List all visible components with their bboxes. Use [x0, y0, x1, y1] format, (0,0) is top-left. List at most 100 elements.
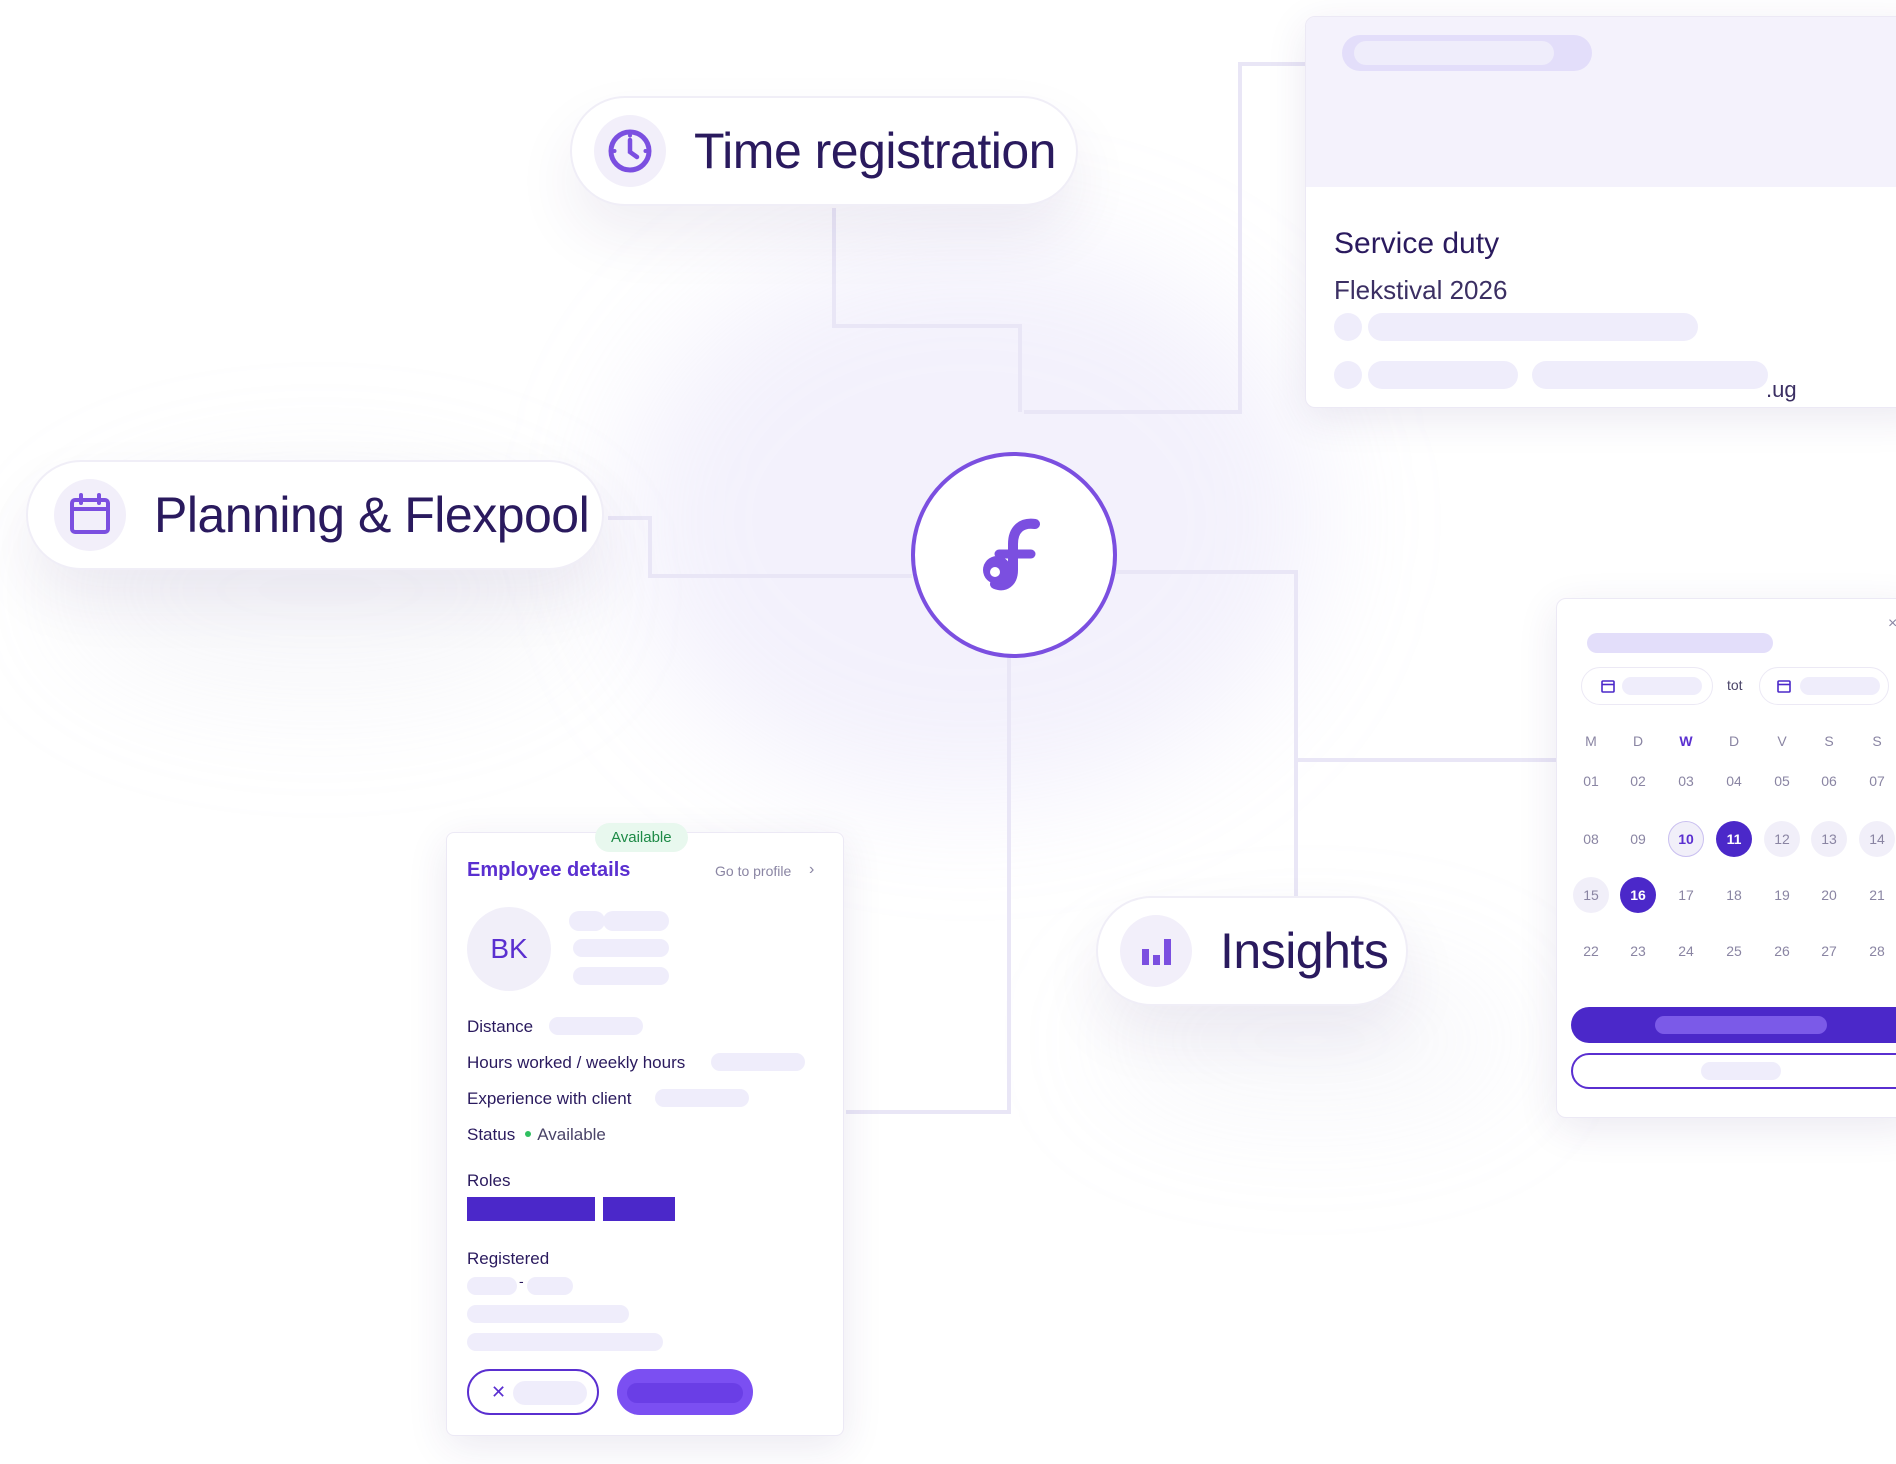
planning-flexpool-pill[interactable]: Planning & Flexpool — [26, 460, 604, 570]
calendar-icon — [54, 479, 126, 551]
calendar-day[interactable]: 27 — [1811, 933, 1847, 969]
range-separator: tot — [1727, 677, 1743, 693]
calendar-day[interactable]: 22 — [1573, 933, 1609, 969]
calendar-day[interactable]: 11 — [1716, 821, 1752, 857]
skeleton-bar — [627, 1383, 743, 1403]
hours-worked-label: Hours worked / weekly hours — [467, 1053, 686, 1072]
skeleton-bar — [1368, 313, 1698, 341]
connector-planning — [608, 516, 912, 578]
service-card-header — [1306, 17, 1896, 187]
reset-button[interactable] — [1571, 1053, 1896, 1089]
cancel-button[interactable]: ✕ — [467, 1369, 599, 1415]
date-picker-card[interactable]: × tot M D W D V S S 01 02 03 04 05 06 07 08 09 10 11 12 13 1… — [1556, 598, 1896, 1118]
calendar-day[interactable]: 21 — [1859, 877, 1895, 913]
calendar-day[interactable]: 04 — [1716, 763, 1752, 799]
calendar-day[interactable]: 06 — [1811, 763, 1847, 799]
status-dot-icon — [525, 1131, 532, 1138]
registered-separator: - — [519, 1273, 524, 1289]
calendar-day[interactable]: 16 — [1620, 877, 1656, 913]
skeleton-bar — [467, 1333, 663, 1351]
role-chip — [467, 1197, 595, 1221]
skeleton-bar — [711, 1053, 805, 1071]
weekday-label: D — [1632, 733, 1644, 749]
skeleton-bar — [573, 967, 669, 985]
availability-badge: Available — [595, 823, 688, 852]
time-registration-label: Time registration — [694, 123, 1056, 179]
connector-insights — [1116, 570, 1298, 898]
apply-button[interactable] — [1571, 1007, 1896, 1043]
time-registration-pill[interactable]: Time registration — [570, 96, 1078, 206]
close-icon: ✕ — [491, 1381, 507, 1402]
service-trailing-text: .ug — [1766, 377, 1797, 402]
calendar-day[interactable]: 09 — [1620, 821, 1656, 857]
employee-card-title: Employee details — [467, 859, 631, 881]
calendar-day[interactable]: 17 — [1668, 877, 1704, 913]
status-row: Status Available — [467, 1125, 606, 1145]
chevron-right-icon[interactable]: › — [809, 861, 814, 879]
calendar-day[interactable]: 18 — [1716, 877, 1752, 913]
weekday-label: M — [1585, 733, 1597, 749]
calendar-day[interactable]: 10 — [1668, 821, 1704, 857]
weekday-label: V — [1777, 733, 1787, 749]
calendar-day[interactable]: 20 — [1811, 877, 1847, 913]
calendar-day[interactable]: 13 — [1811, 821, 1847, 857]
confirm-button[interactable] — [617, 1369, 753, 1415]
skeleton-bar — [573, 939, 669, 957]
skeleton-bar — [467, 1305, 629, 1323]
skeleton-bar — [527, 1277, 573, 1295]
calendar-day[interactable]: 01 — [1573, 763, 1609, 799]
skeleton-bar — [1655, 1016, 1827, 1034]
status-label: Status — [467, 1125, 516, 1144]
bar-chart-icon — [1120, 915, 1192, 987]
calendar-day[interactable]: 14 — [1859, 821, 1895, 857]
insights-pill[interactable]: Insights — [1096, 896, 1408, 1006]
roles-label: Roles — [467, 1171, 511, 1190]
service-title: Service duty — [1334, 227, 1500, 260]
calendar-icon — [1601, 680, 1615, 693]
skeleton-dot — [1334, 361, 1362, 389]
calendar-day[interactable]: 15 — [1573, 877, 1609, 913]
calendar-day[interactable]: 24 — [1668, 933, 1704, 969]
skeleton-bar — [569, 911, 605, 931]
close-icon[interactable]: × — [1888, 615, 1896, 633]
avatar: BK — [467, 907, 551, 991]
calendar-day[interactable]: 07 — [1859, 763, 1895, 799]
service-duty-card[interactable]: Service duty Flekstival 2026 .ug — [1305, 16, 1896, 408]
skeleton-bar — [549, 1017, 643, 1035]
insights-label: Insights — [1220, 923, 1389, 979]
skeleton-bar — [1354, 41, 1554, 65]
service-subtitle: Flekstival 2026 — [1334, 275, 1508, 305]
calendar-day[interactable]: 19 — [1764, 877, 1800, 913]
weekday-label: D — [1728, 733, 1740, 749]
calendar-day[interactable]: 08 — [1573, 821, 1609, 857]
weekday-label: S — [1872, 733, 1882, 749]
start-date-field[interactable] — [1581, 667, 1713, 705]
scene: Time registration Planning & Flexpool In… — [0, 0, 1896, 1464]
calendar-day[interactable]: 25 — [1716, 933, 1752, 969]
calendar-day[interactable]: 05 — [1764, 763, 1800, 799]
skeleton-bar — [603, 911, 669, 931]
skeleton-bar — [1587, 633, 1773, 653]
brand-logo-icon — [983, 518, 1040, 591]
hub-logo[interactable] — [911, 452, 1117, 658]
role-chip — [603, 1197, 675, 1221]
calendar-day[interactable]: 28 — [1859, 933, 1895, 969]
skeleton-bar — [1701, 1062, 1781, 1080]
skeleton-bar — [1800, 677, 1880, 695]
connector-time — [832, 208, 1022, 412]
calendar-day[interactable]: 12 — [1764, 821, 1800, 857]
calendar-icon — [1777, 680, 1791, 693]
calendar-day[interactable]: 03 — [1668, 763, 1704, 799]
skeleton-dot — [1334, 313, 1362, 341]
calendar-day[interactable]: 02 — [1620, 763, 1656, 799]
calendar-day[interactable]: 26 — [1764, 933, 1800, 969]
calendar-day[interactable]: 23 — [1620, 933, 1656, 969]
employee-details-card[interactable]: Available Employee details Go to profile… — [446, 823, 844, 1436]
go-to-profile-link[interactable]: Go to profile — [715, 863, 791, 879]
status-value: Available — [537, 1125, 606, 1144]
end-date-field[interactable] — [1759, 667, 1889, 705]
planning-flexpool-label: Planning & Flexpool — [154, 487, 590, 543]
skeleton-bar — [1622, 677, 1702, 695]
weekday-label: S — [1824, 733, 1834, 749]
skeleton-bar — [1368, 361, 1518, 389]
